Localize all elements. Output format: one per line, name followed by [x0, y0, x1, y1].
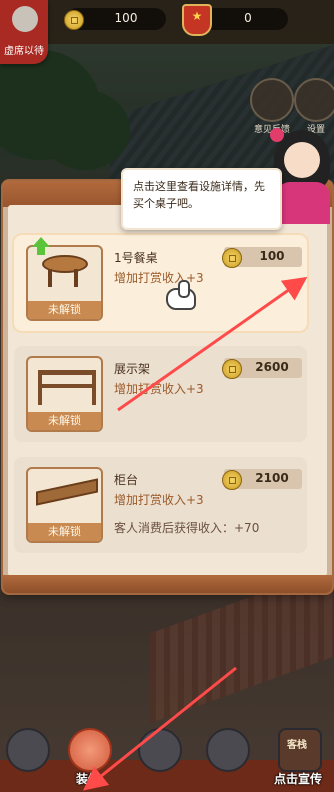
- reputation-counter: ★ 0: [182, 4, 288, 36]
- nav-button-fourth[interactable]: [200, 726, 252, 786]
- paint-brush-icon: [68, 728, 112, 772]
- reservation-badge-label: 虚席以待: [4, 46, 44, 57]
- guest-sign-text: 客栈: [287, 740, 307, 751]
- table-leg: [74, 269, 78, 287]
- coin-icon: [222, 248, 242, 268]
- counter-icon: [36, 478, 98, 506]
- coin-icon: [222, 470, 242, 490]
- price-value: 2100: [255, 471, 289, 485]
- settings-button[interactable]: 设置: [294, 78, 334, 135]
- coin-counter: 100: [64, 8, 166, 30]
- facility-name: 展示架: [114, 362, 151, 376]
- nav-button-middle[interactable]: [132, 726, 184, 786]
- buy-price-button[interactable]: 2600: [222, 358, 302, 379]
- facility-extra-income: 客人消费后获得收入：+70: [114, 521, 260, 535]
- price-value: 2600: [255, 360, 289, 374]
- chef-icon: [206, 728, 250, 772]
- locked-tag: 未解锁: [28, 301, 101, 319]
- panel-footer: [3, 575, 332, 593]
- facility-card-table[interactable]: 未解锁 1号餐桌 增加打赏收入+3 100: [14, 235, 307, 331]
- nav-button-left[interactable]: [0, 726, 52, 786]
- promote-label: 点击宣传: [273, 772, 322, 786]
- facility-card-display-shelf[interactable]: 未解锁 展示架 增加打赏收入+3 2600: [14, 346, 307, 442]
- facility-bonus: 增加打赏收入+3: [114, 382, 204, 396]
- promote-button[interactable]: 客栈 点击宣传: [272, 726, 324, 786]
- reputation-amount: 0: [244, 11, 252, 25]
- build-label: 装修: [75, 772, 100, 786]
- tutorial-text: 点击这里查看设施详情，先买个桌子吧。: [133, 180, 265, 210]
- trophy-icon: [12, 6, 38, 32]
- facility-bonus: 增加打赏收入+3: [114, 493, 204, 507]
- facility-thumbnail[interactable]: 未解锁: [26, 467, 103, 543]
- locked-tag: 未解锁: [28, 523, 101, 541]
- buy-price-button[interactable]: 2100: [222, 469, 302, 490]
- facility-thumbnail[interactable]: 未解锁: [26, 245, 103, 321]
- facility-name: 1号餐桌: [114, 251, 158, 265]
- menu-icon: [6, 728, 50, 772]
- table-leg: [48, 269, 52, 287]
- character-body: [276, 182, 330, 224]
- character-face: [284, 142, 320, 178]
- buy-price-button[interactable]: 100: [222, 247, 302, 268]
- pointing-hand-icon: [162, 280, 196, 310]
- staff-icon: [138, 728, 182, 772]
- facility-name: 柜台: [114, 473, 139, 487]
- upgrade-arrow-icon: [32, 237, 50, 255]
- facility-thumbnail[interactable]: 未解锁: [26, 356, 103, 432]
- feedback-button[interactable]: 意见反馈: [250, 78, 294, 135]
- nav-button-build[interactable]: 装修: [62, 726, 114, 786]
- tutorial-speech-bubble: 点击这里查看设施详情，先买个桌子吧。: [121, 168, 282, 230]
- shelf-bar: [38, 384, 96, 388]
- hair-flower-icon: [270, 128, 284, 142]
- coin-icon: [64, 10, 84, 30]
- facility-card-counter[interactable]: 未解锁 柜台 增加打赏收入+3 客人消费后获得收入：+70 2100: [14, 457, 307, 553]
- locked-tag: 未解锁: [28, 412, 101, 430]
- coin-icon: [222, 359, 242, 379]
- price-value: 100: [259, 249, 285, 263]
- hand-finger: [178, 280, 190, 298]
- coin-amount: 100: [114, 11, 138, 25]
- reservation-badge[interactable]: 虚席以待: [0, 0, 48, 64]
